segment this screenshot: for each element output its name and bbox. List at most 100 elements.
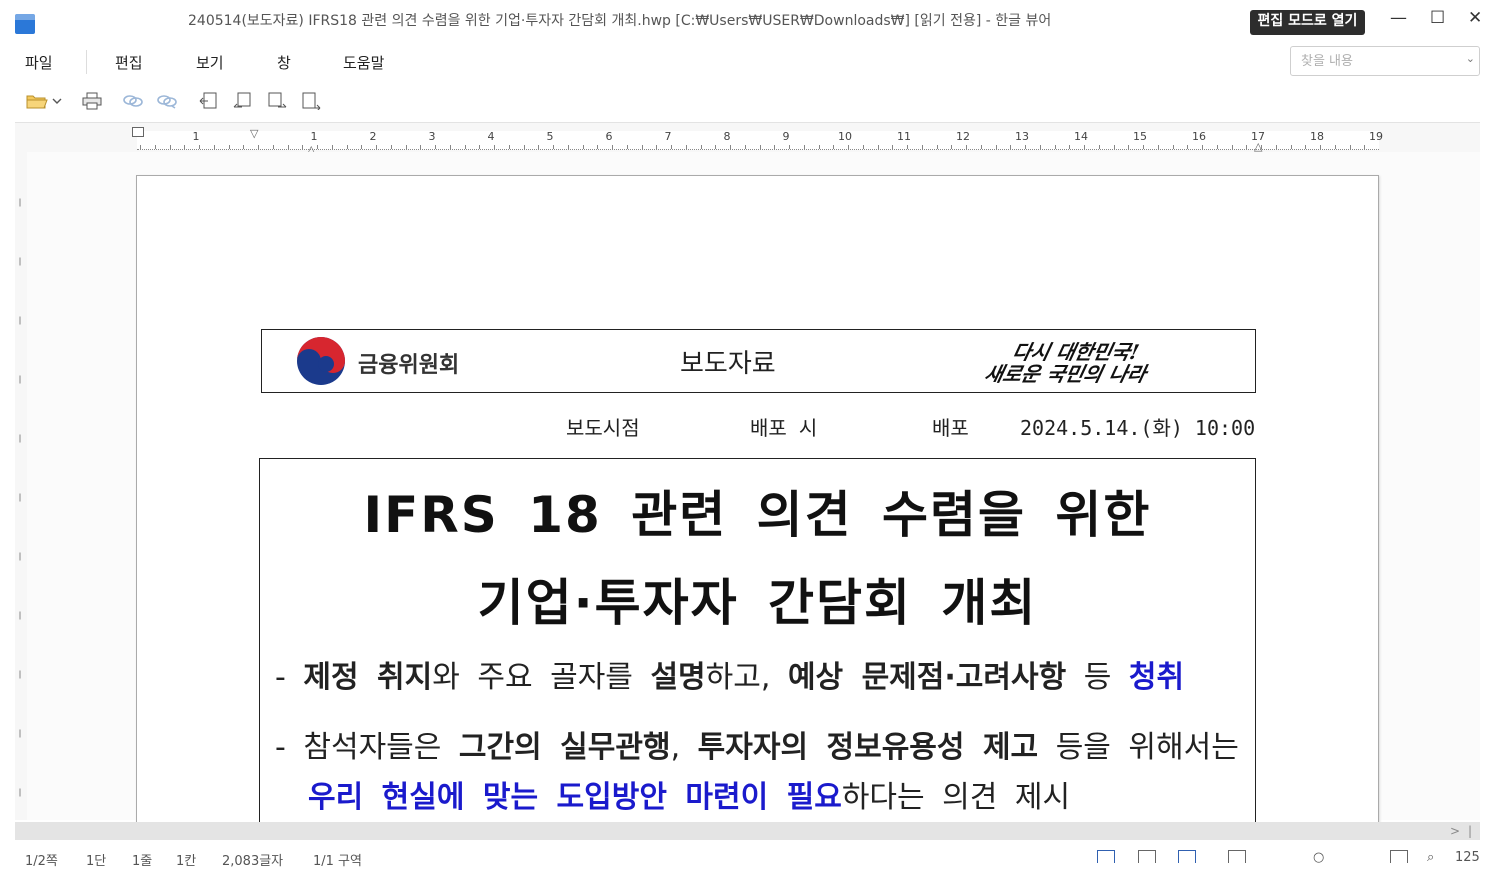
ruler-tick bbox=[1202, 145, 1203, 149]
bullet-highlight-text: 청취 bbox=[1128, 660, 1185, 695]
ruler-number: 5 bbox=[546, 130, 554, 143]
ruler-tick bbox=[1334, 145, 1336, 149]
close-button[interactable]: ✕ bbox=[1468, 8, 1482, 28]
org-name: 금융위원회 bbox=[358, 353, 460, 378]
ruler-tick bbox=[862, 145, 864, 149]
vertical-ruler-tick bbox=[19, 198, 21, 207]
ruler-tick bbox=[1231, 145, 1233, 149]
slogan-line-2: 새로운 국민의 나라 bbox=[982, 362, 1149, 386]
scroll-right-icon[interactable]: > bbox=[1450, 824, 1460, 838]
ruler-tick bbox=[1069, 145, 1071, 149]
menu-edit[interactable]: 편집 bbox=[115, 52, 143, 73]
headline-line-1: IFRS 18 관련 의견 수렴을 위한 bbox=[363, 486, 1152, 544]
bullet-text: 참석자들은 bbox=[303, 730, 459, 765]
vertical-ruler-tick bbox=[19, 729, 21, 738]
ruler-tick bbox=[199, 145, 200, 149]
scroll-end-icon[interactable]: | bbox=[1468, 824, 1472, 838]
ruler-tick bbox=[479, 145, 481, 149]
ruler-tick bbox=[877, 145, 879, 149]
bullet-text: , bbox=[670, 730, 698, 765]
ruler-tick bbox=[803, 145, 805, 149]
vertical-ruler-tick bbox=[19, 493, 21, 502]
maximize-button[interactable]: ☐ bbox=[1430, 8, 1445, 28]
zoom-search-icon[interactable]: ⌕ bbox=[1427, 850, 1434, 865]
menu-help[interactable]: 도움말 bbox=[343, 52, 384, 73]
status-char-count: 2,083글자 bbox=[222, 854, 284, 869]
page-next-icon[interactable] bbox=[265, 90, 289, 112]
ruler-tick bbox=[1275, 145, 1277, 149]
ruler-indent-marker-icon[interactable]: ▽ bbox=[250, 127, 258, 140]
ruler-tick bbox=[1054, 145, 1056, 149]
zoom-level: 125 bbox=[1455, 850, 1480, 865]
ruler-number: 18 bbox=[1310, 130, 1324, 143]
ruler-tick bbox=[730, 145, 731, 149]
ruler-tick bbox=[1039, 145, 1041, 149]
find-input[interactable] bbox=[1299, 48, 1463, 74]
ruler-tick bbox=[597, 145, 599, 149]
dropdown-icon[interactable] bbox=[50, 90, 64, 112]
bullet-highlight-text: 우리 현실에 맞는 도입방안 마련이 필요 bbox=[308, 780, 842, 815]
page-prev-icon[interactable] bbox=[231, 90, 255, 112]
ruler-tick bbox=[833, 145, 835, 149]
ruler-number: 15 bbox=[1133, 130, 1147, 143]
menu-file[interactable]: 파일 bbox=[25, 52, 53, 73]
vertical-ruler-tick bbox=[19, 670, 21, 679]
ruler-tick bbox=[1025, 145, 1026, 149]
open-folder-icon[interactable] bbox=[25, 90, 49, 112]
ruler-tick bbox=[612, 145, 613, 149]
window-title: 240514(보도자료) IFRS18 관련 의견 수렴을 위한 기업·투자자 … bbox=[188, 13, 1052, 29]
bullet-bold-text: 설명 bbox=[650, 660, 706, 695]
ruler-tick bbox=[331, 145, 333, 149]
view-double-page-icon[interactable] bbox=[1178, 850, 1196, 863]
vertical-ruler-tick bbox=[19, 788, 21, 797]
ruler-tick bbox=[346, 145, 348, 149]
view-web-icon[interactable] bbox=[1228, 850, 1246, 863]
ruler-tick bbox=[361, 145, 363, 149]
zoom-fit-icon[interactable] bbox=[1390, 850, 1408, 863]
ruler-left-margin-marker-icon[interactable] bbox=[132, 127, 144, 137]
ruler-tick bbox=[184, 145, 186, 149]
ruler-number: 2 bbox=[369, 130, 377, 143]
vertical-ruler-tick bbox=[19, 375, 21, 384]
bullet-text: 등을 위해서는 bbox=[1038, 730, 1239, 765]
ruler-tick bbox=[626, 145, 628, 149]
vertical-ruler-tick bbox=[19, 611, 21, 620]
page-last-icon[interactable] bbox=[299, 90, 323, 112]
ruler-tick bbox=[700, 145, 702, 149]
link-alt-icon[interactable] bbox=[155, 90, 179, 112]
chevron-down-icon[interactable]: ⌄ bbox=[1466, 52, 1475, 65]
ruler-tick bbox=[523, 145, 525, 149]
ruler-tick bbox=[405, 145, 407, 149]
ruler-tick bbox=[317, 145, 318, 149]
horizontal-scrollbar[interactable] bbox=[15, 822, 1480, 840]
link-icon[interactable] bbox=[121, 90, 145, 112]
ruler-tick bbox=[715, 145, 717, 149]
minimize-button[interactable]: — bbox=[1390, 8, 1407, 28]
ruler-tick bbox=[1172, 145, 1174, 149]
ruler-number: 16 bbox=[1192, 130, 1206, 143]
vertical-ruler-tick bbox=[19, 434, 21, 443]
print-icon[interactable] bbox=[80, 90, 104, 112]
release-datetime: 2024.5.14.(화) 10:00 bbox=[1020, 416, 1256, 440]
bullet-bold-text: 투자자의 정보유용성 제고 bbox=[697, 730, 1039, 765]
open-edit-mode-button[interactable]: 편집 모드로 열기 bbox=[1250, 10, 1365, 35]
ruler-tick bbox=[1157, 145, 1159, 149]
ruler-tick bbox=[1143, 145, 1144, 149]
summary-bullet-2: - 참석자들은 그간의 실무관행, 투자자의 정보유용성 제고 등을 위해서는 bbox=[275, 722, 1239, 766]
view-normal-icon[interactable] bbox=[1097, 850, 1115, 863]
ruler-number: 11 bbox=[897, 130, 911, 143]
press-release-label: 보도자료 bbox=[680, 349, 776, 379]
menu-window[interactable]: 창 bbox=[277, 52, 291, 73]
bullet-text: 등 bbox=[1066, 660, 1129, 695]
bullet-bold-text: 예상 문제점·고려사항 bbox=[787, 660, 1067, 695]
find-box[interactable]: ⌄ bbox=[1290, 46, 1480, 76]
page-first-icon[interactable] bbox=[197, 90, 221, 112]
zoom-slider-handle-icon[interactable]: ○ bbox=[1313, 850, 1324, 865]
view-fullpage-icon[interactable] bbox=[1138, 850, 1156, 863]
ruler-tick bbox=[258, 145, 259, 149]
bullet-dash: - bbox=[275, 660, 286, 695]
ruler-number: 14 bbox=[1074, 130, 1088, 143]
ruler-tick bbox=[154, 145, 156, 149]
korea-taegeuk-logo-icon bbox=[297, 337, 345, 385]
menu-view[interactable]: 보기 bbox=[196, 52, 224, 73]
